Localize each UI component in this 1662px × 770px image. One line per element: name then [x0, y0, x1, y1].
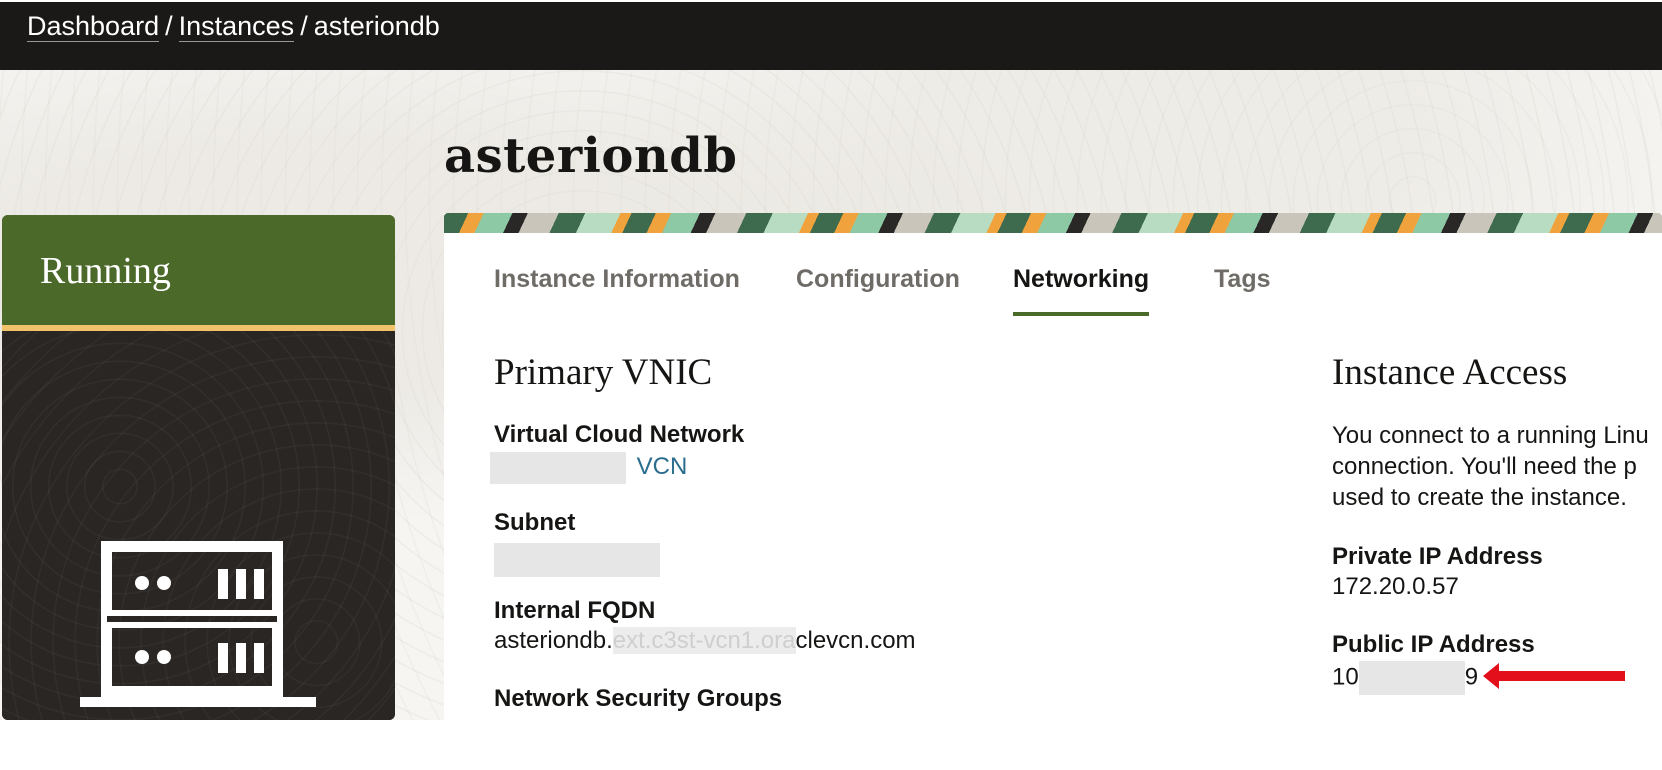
breadcrumb-instances-link[interactable]: Instances: [178, 11, 295, 42]
tab-tags[interactable]: Tags: [1214, 265, 1271, 312]
decorative-banner: [444, 213, 1662, 233]
tab-instance-information[interactable]: Instance Information: [494, 265, 740, 312]
public-ip-value: 10 9: [1332, 661, 1478, 695]
vcn-name-redacted: [490, 452, 626, 484]
fqdn-suffix: clevcn.com: [795, 627, 916, 654]
status-header: Running: [2, 215, 395, 331]
private-ip-value: 172.20.0.57: [1332, 573, 1459, 600]
description-line: used to create the instance.: [1332, 484, 1627, 511]
public-ip-redacted: [1358, 661, 1465, 695]
description-line: connection. You'll need the p: [1332, 453, 1637, 480]
breadcrumb-separator: /: [300, 11, 308, 41]
breadcrumb-separator: /: [165, 11, 173, 41]
page-title: asteriondb: [444, 128, 738, 184]
instance-access-heading: Instance Access: [1332, 352, 1568, 393]
vcn-link[interactable]: VCN: [637, 453, 688, 480]
vcn-label: Virtual Cloud Network: [494, 421, 745, 448]
details-panel: Instance Information Configuration Netwo…: [444, 213, 1662, 720]
description-line: You connect to a running Linu: [1332, 422, 1649, 449]
tab-configuration[interactable]: Configuration: [796, 265, 960, 312]
status-label: Running: [40, 250, 171, 292]
top-bar: Dashboard / Instances / asteriondb: [0, 2, 1662, 70]
public-ip-start: 10: [1332, 663, 1359, 691]
primary-vnic-heading: Primary VNIC: [494, 352, 713, 393]
vcn-value: VCN: [490, 452, 687, 484]
fqdn-label: Internal FQDN: [494, 597, 656, 624]
tab-networking[interactable]: Networking: [1013, 265, 1150, 316]
breadcrumb-dashboard-link[interactable]: Dashboard: [27, 11, 160, 42]
fqdn-prefix: asteriondb.: [494, 627, 613, 654]
subnet-label: Subnet: [494, 509, 576, 536]
public-ip-end: 9: [1464, 663, 1479, 691]
breadcrumb-current: asteriondb: [313, 11, 440, 41]
fqdn-redacted-segment: ext.c3st-vcn1.ora: [612, 627, 796, 654]
private-ip-label: Private IP Address: [1332, 543, 1543, 570]
server-rack-icon: [80, 541, 316, 707]
subnet-value-redacted: [494, 543, 660, 577]
fqdn-value: asteriondb.ext.c3st-vcn1.oraclevcn.com: [494, 627, 916, 655]
nsg-label: Network Security Groups: [494, 685, 783, 712]
breadcrumb: Dashboard / Instances / asteriondb: [27, 8, 440, 44]
instance-access-description: You connect to a running Linu connection…: [1332, 420, 1649, 513]
public-ip-label: Public IP Address: [1332, 631, 1535, 658]
instance-status-card: Running: [2, 215, 395, 720]
red-arrow-icon: [1483, 663, 1625, 689]
